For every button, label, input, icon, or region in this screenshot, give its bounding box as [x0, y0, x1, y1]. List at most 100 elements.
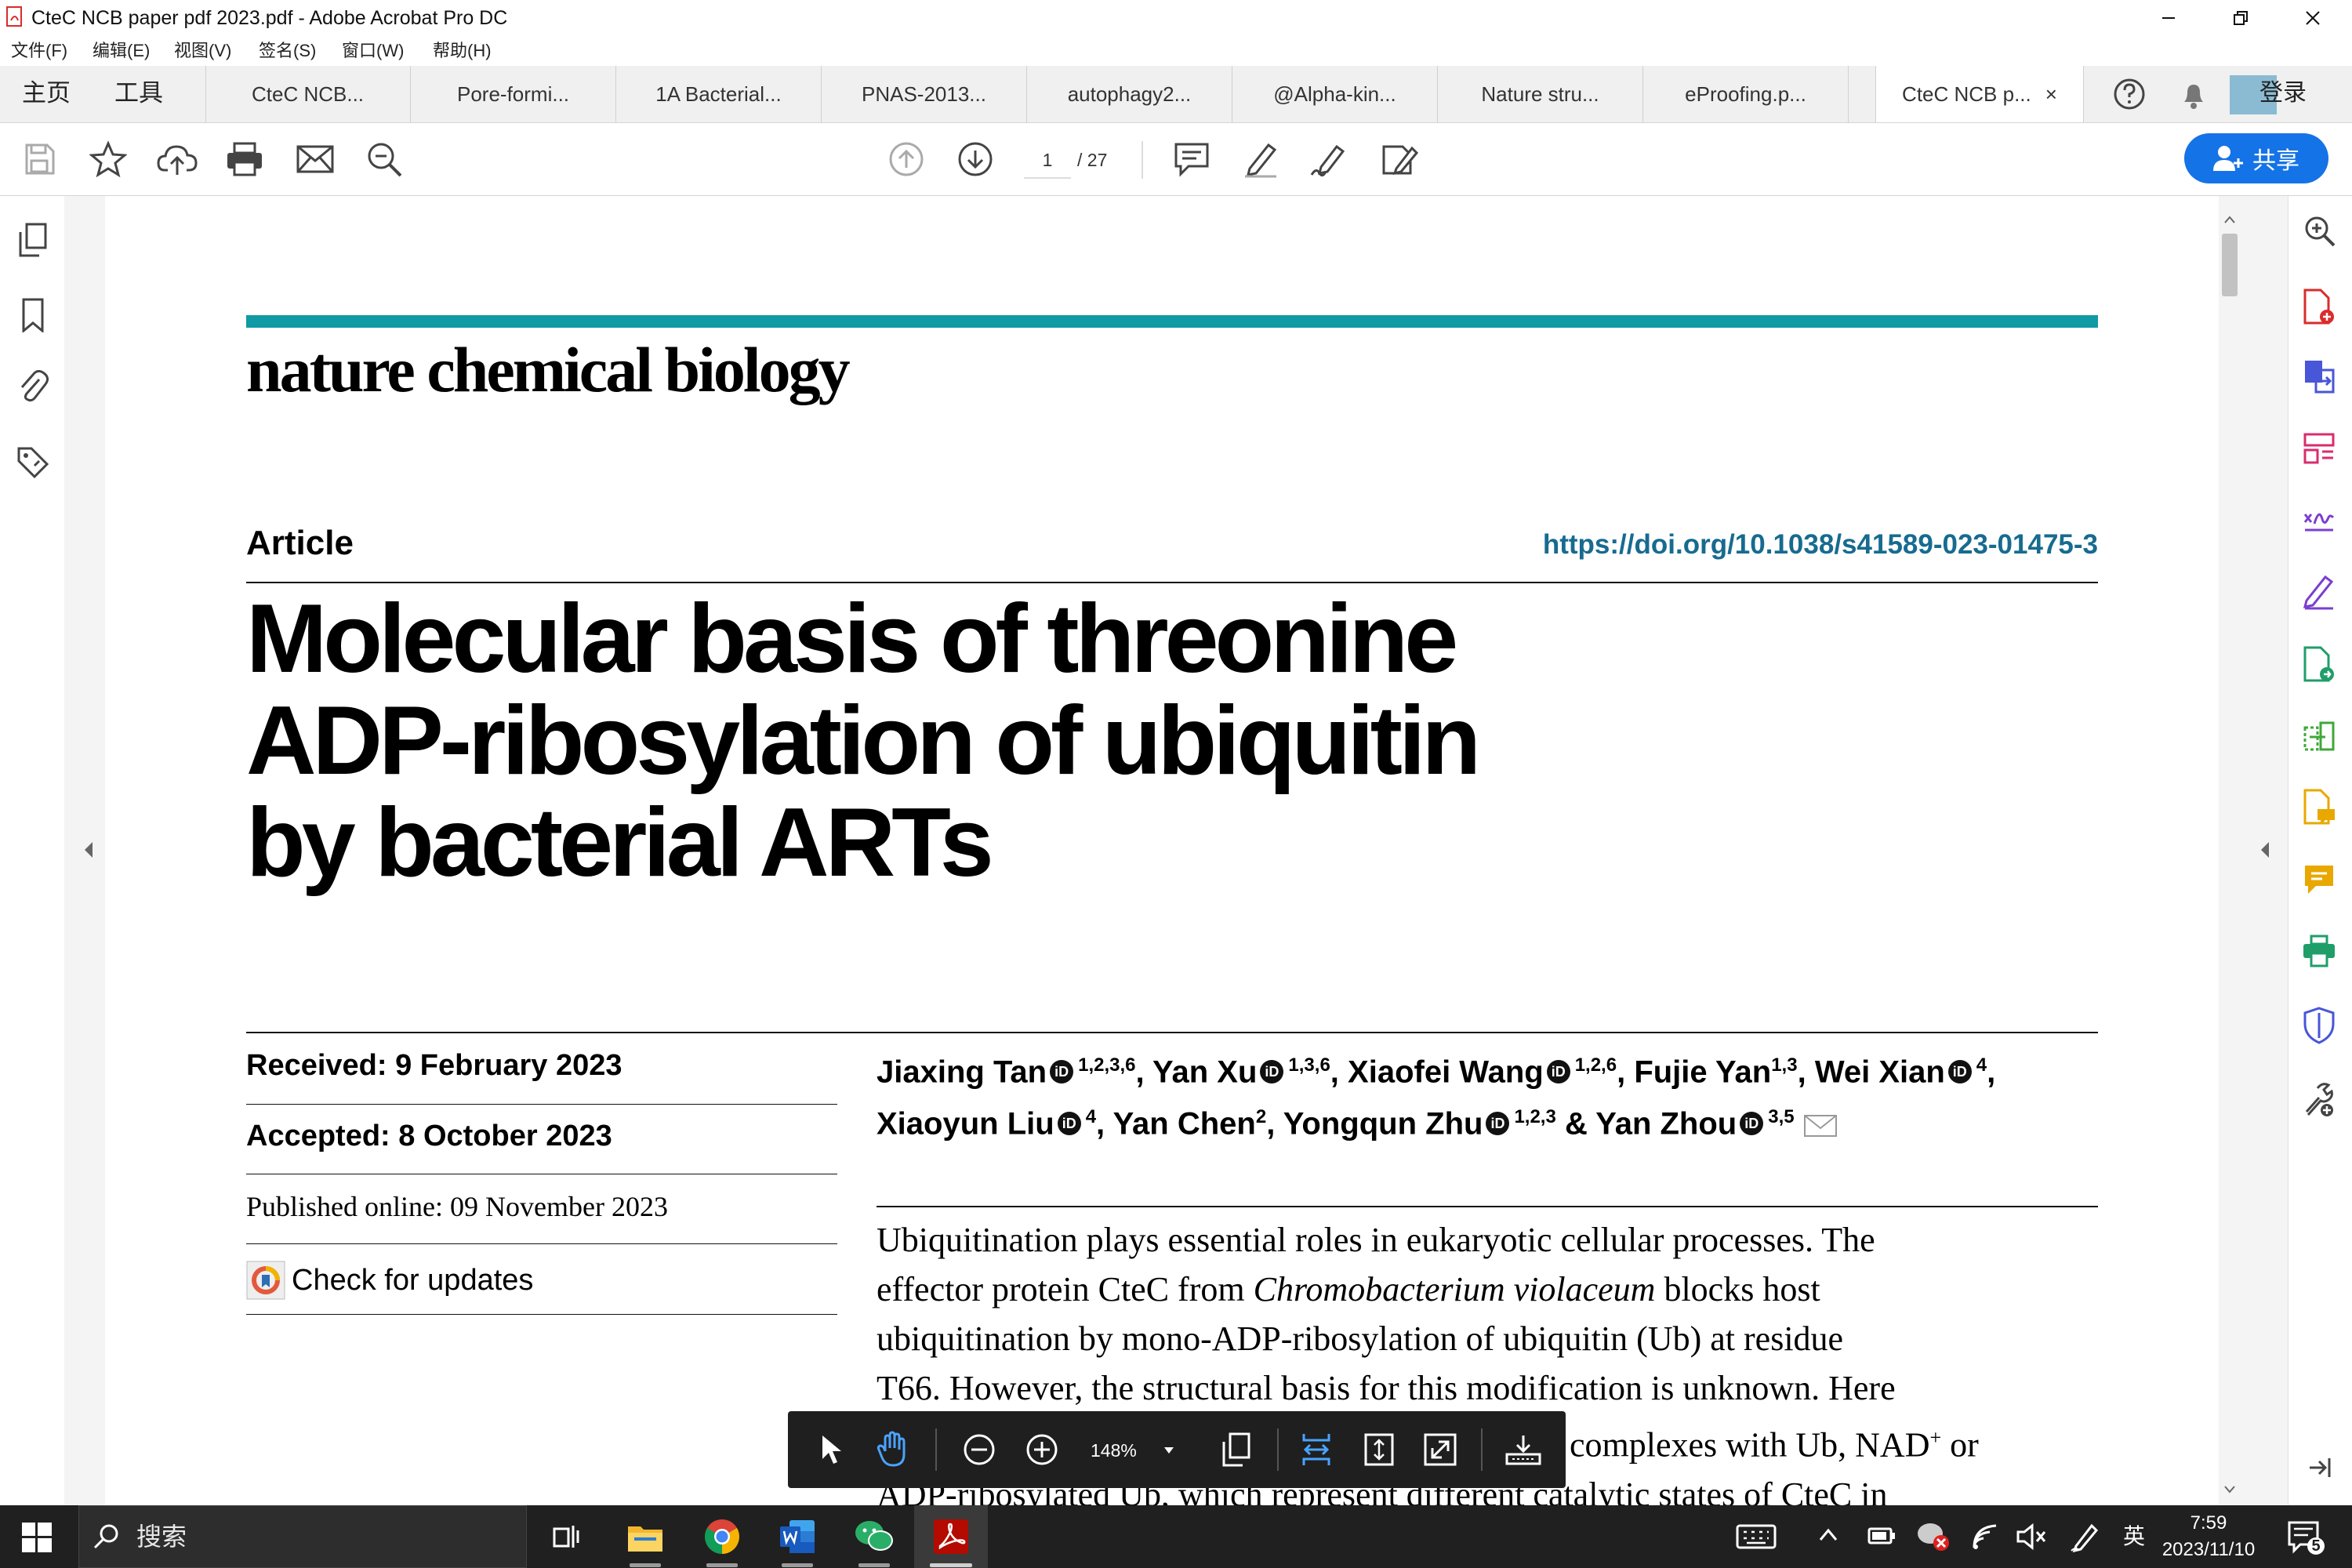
menu-window[interactable]: 窗口(W) [342, 39, 404, 63]
orcid-icon[interactable]: iD [1740, 1112, 1764, 1136]
tab-home[interactable]: 主页 [22, 78, 71, 108]
tray-expand-icon[interactable] [1819, 1527, 1838, 1543]
close-button[interactable] [2277, 0, 2349, 36]
orcid-icon[interactable]: iD [1486, 1112, 1510, 1136]
tags-icon[interactable] [16, 445, 50, 480]
tab-document-active[interactable]: CteC NCB p... × [1875, 66, 2084, 122]
orcid-icon[interactable]: iD [1260, 1059, 1284, 1083]
acrobat-icon[interactable] [930, 1516, 972, 1557]
vertical-scrollbar[interactable] [2219, 196, 2241, 1505]
page-thumbnails-icon[interactable] [17, 223, 49, 257]
tab-document[interactable]: @Alpha-kin... [1232, 66, 1438, 122]
bookmarks-icon[interactable] [19, 298, 47, 332]
comment-icon[interactable] [1171, 139, 1212, 180]
zoom-dropdown-icon[interactable] [1163, 1446, 1175, 1455]
save-icon[interactable] [19, 139, 60, 180]
send-for-review-icon[interactable] [2302, 646, 2336, 684]
previous-page-icon[interactable] [886, 139, 927, 180]
menu-help[interactable]: 帮助(H) [433, 39, 492, 63]
zoom-out-icon[interactable] [959, 1429, 1000, 1470]
protect-shield-icon[interactable] [2303, 1007, 2335, 1044]
scroll-down-icon[interactable] [2223, 1483, 2236, 1496]
volume-muted-icon[interactable] [2015, 1523, 2046, 1551]
attachments-icon[interactable] [17, 370, 49, 405]
fill-sign-icon[interactable] [2302, 502, 2336, 536]
file-explorer-icon[interactable] [624, 1516, 666, 1557]
scrollbar-thumb[interactable] [2222, 234, 2238, 296]
comment-tool-icon[interactable] [2302, 789, 2336, 826]
comment-bubble-icon[interactable] [2302, 862, 2336, 897]
share-button[interactable]: 共享 [2184, 133, 2328, 183]
export-pdf-icon[interactable] [2302, 358, 2336, 395]
email-icon[interactable] [295, 139, 336, 180]
ime-language-indicator[interactable]: 英 [2123, 1521, 2145, 1552]
compare-files-icon[interactable] [2302, 720, 2336, 754]
menu-sign[interactable]: 签名(S) [259, 39, 316, 63]
hand-tool-icon[interactable] [873, 1429, 913, 1470]
check-updates-link[interactable]: Check for updates [292, 1264, 533, 1298]
orcid-icon[interactable]: iD [1057, 1112, 1081, 1136]
orcid-icon[interactable]: iD [1050, 1059, 1074, 1083]
organize-pages-icon[interactable] [2302, 431, 2336, 466]
task-view-icon[interactable] [544, 1516, 586, 1557]
scroll-up-icon[interactable] [2223, 213, 2236, 226]
print-icon[interactable] [224, 139, 265, 180]
create-pdf-icon[interactable] [2302, 289, 2336, 326]
tab-document[interactable]: 1A Bacterial... [616, 66, 822, 122]
cloud-upload-icon[interactable] [157, 139, 198, 180]
orcid-icon[interactable]: iD [1546, 1059, 1570, 1083]
tab-document[interactable]: PNAS-2013... [822, 66, 1027, 122]
page-view-icon[interactable] [1216, 1429, 1257, 1470]
tab-document[interactable]: eProofing.p... [1643, 66, 1849, 122]
pdf-page[interactable]: nature chemical biology Article https://… [105, 196, 2219, 1505]
tab-document[interactable]: CteC NCB... [205, 66, 411, 122]
doi-link[interactable]: https://doi.org/10.1038/s41589-023-01475… [1499, 529, 2098, 561]
sign-pen-icon[interactable] [1309, 139, 1350, 180]
notification-center-icon[interactable]: 5 [2286, 1518, 2325, 1555]
battery-icon[interactable] [1867, 1524, 1896, 1548]
login-button[interactable]: 登录 [2259, 78, 2307, 108]
zoom-level[interactable]: 148% [1091, 1433, 1137, 1468]
tab-document[interactable]: Pore-formi... [411, 66, 616, 122]
read-mode-icon[interactable] [1503, 1429, 1544, 1470]
full-screen-icon[interactable] [1420, 1429, 1461, 1470]
menu-view[interactable]: 视图(V) [174, 39, 231, 63]
more-tools-icon[interactable] [2302, 1080, 2336, 1118]
zoom-in-icon[interactable] [1022, 1429, 1062, 1470]
expand-left-pane-icon[interactable] [82, 840, 94, 859]
search-zoom-icon[interactable] [364, 139, 405, 180]
minimize-button[interactable] [2132, 0, 2205, 36]
edit-pdf-icon[interactable] [1378, 139, 1419, 180]
pen-ink-icon[interactable] [2070, 1521, 2101, 1552]
menu-edit[interactable]: 编辑(E) [93, 39, 150, 63]
keyboard-icon[interactable] [1736, 1521, 1777, 1552]
edit-pen-icon[interactable] [2302, 572, 2336, 610]
fit-width-icon[interactable] [1296, 1429, 1337, 1470]
word-icon[interactable] [776, 1516, 818, 1557]
tab-tools[interactable]: 工具 [114, 78, 163, 108]
check-updates-icon[interactable] [246, 1261, 285, 1300]
wechat-tray-icon[interactable] [1916, 1521, 1951, 1552]
next-page-icon[interactable] [955, 139, 996, 180]
chrome-icon[interactable] [701, 1516, 743, 1557]
collapse-tools-pane-icon[interactable] [2305, 1454, 2333, 1482]
network-icon[interactable] [1969, 1521, 2001, 1552]
tab-close-icon[interactable]: × [2045, 82, 2057, 107]
fit-page-icon[interactable] [1359, 1429, 1399, 1470]
page-number-input[interactable]: 1 [1024, 143, 1071, 179]
system-clock[interactable]: 7:59 2023/11/10 [2158, 1510, 2259, 1563]
menu-file[interactable]: 文件(F) [11, 39, 67, 63]
windows-start-icon[interactable] [22, 1523, 52, 1552]
zoom-search-icon[interactable] [2302, 213, 2336, 248]
tab-document[interactable]: autophagy2... [1027, 66, 1232, 122]
restore-button[interactable] [2205, 0, 2277, 36]
tab-document[interactable]: Nature stru... [1438, 66, 1643, 122]
expand-right-pane-icon[interactable] [2258, 840, 2270, 859]
orcid-icon[interactable]: iD [1947, 1059, 1972, 1083]
notification-bell-icon[interactable] [2178, 78, 2209, 111]
help-icon[interactable] [2112, 77, 2147, 111]
print-production-icon[interactable] [2302, 935, 2336, 969]
highlight-pen-icon[interactable] [1240, 139, 1281, 180]
select-cursor-icon[interactable] [811, 1429, 852, 1470]
corresponding-email-icon[interactable] [1803, 1114, 1838, 1138]
